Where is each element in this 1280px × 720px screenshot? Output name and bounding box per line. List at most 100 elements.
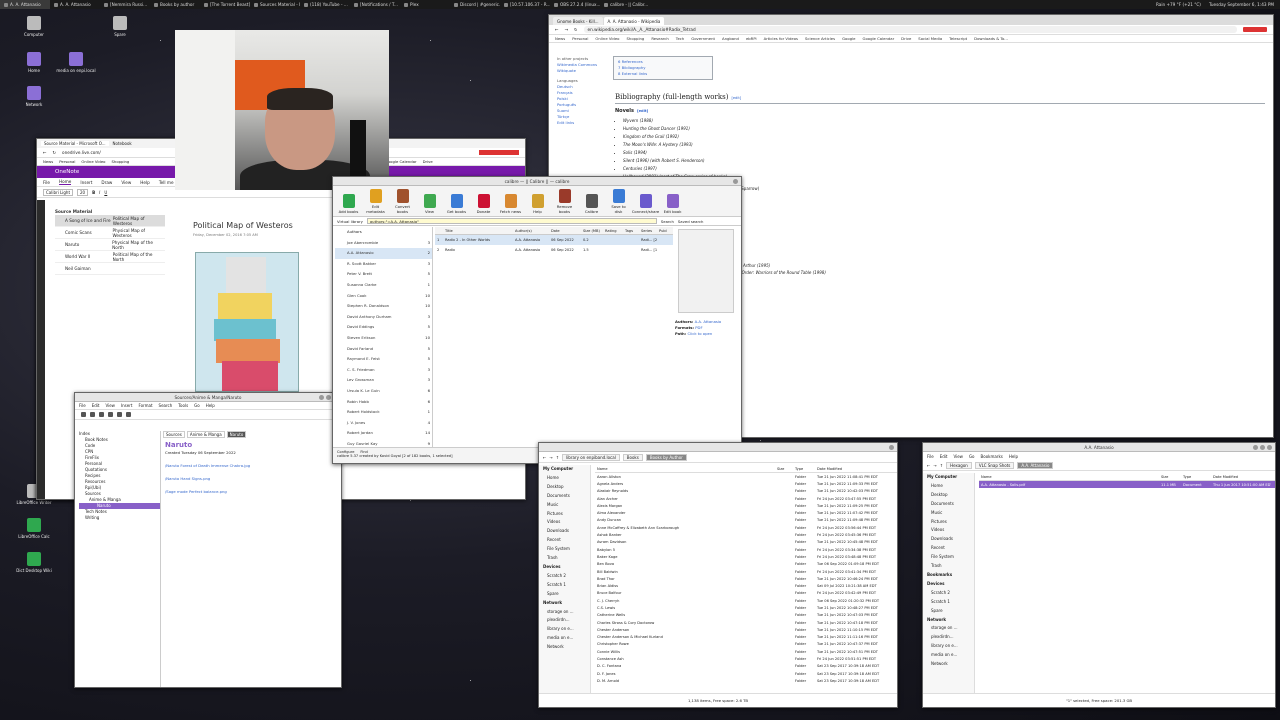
undo-icon[interactable] [81,412,86,417]
file-row[interactable]: Chester Anderson & Michael Kurland Folder… [595,634,897,641]
menu-item[interactable]: Help [1009,454,1018,459]
file-row[interactable]: Agnela Anders Folder Tue 21 Jun 2022 11:09… [595,480,897,487]
bookmark-item[interactable]: Social Media [918,36,942,41]
column-header[interactable]: Tags [623,229,639,233]
toolbar-button[interactable]: Edit metadata [364,189,387,214]
taskbar-task[interactable]: Books by author [150,0,200,9]
desktop-icon-spare[interactable]: Spare [100,16,140,37]
file-row[interactable]: C.S. Lewis Folder Tue 21 Jun 2022 10:48:27… [595,604,897,611]
sidebar-item[interactable]: Documents [927,500,974,509]
toolbar-button[interactable]: Fetch news [499,194,522,214]
address-input[interactable]: onedrive.live.com/ [62,150,101,155]
page-name[interactable]: Physical Map of Westeros [112,228,165,238]
toolbar-button[interactable]: Get books [445,194,468,214]
sidebar-item[interactable]: storage on ... [927,624,974,633]
up-icon[interactable]: ↑ [940,463,943,468]
file-row[interactable]: Alma Alexander Folder Tue 21 Jun 2022 11:0… [595,509,897,516]
breadcrumb-item[interactable]: Books [622,453,643,461]
ribbon-tab[interactable]: View [121,180,131,185]
book-cover[interactable] [678,229,734,313]
column-header[interactable]: Type [1181,475,1211,479]
sidebar-item[interactable]: plexdirdn... [927,633,974,642]
section-name[interactable]: A Song of Ice and Fire [55,218,113,223]
back-icon[interactable]: ← [927,463,930,468]
weather-label[interactable]: Rain +79 °F (+21 °C) [1156,2,1201,7]
file-manager-books[interactable]: ← → ↑ library on enpiband.local Books Books … [538,442,898,708]
minimize-icon[interactable] [1253,445,1258,450]
font-size-select[interactable]: 20 [77,188,89,196]
column-header[interactable]: Author(s) [513,229,549,233]
path-tab[interactable]: Naruto [226,431,247,438]
sidebar-item[interactable]: library on e... [927,642,974,651]
wiki-sidebar-link[interactable]: Edit links [557,120,607,126]
toolbar-button[interactable]: Save to disk [607,189,630,214]
close-icon[interactable] [889,445,894,450]
italic-icon[interactable] [108,412,113,417]
clock[interactable]: Tuesday September 6, 1:43 PM [1209,2,1274,7]
desktop-icon-network[interactable]: Network [14,86,54,107]
page-name[interactable]: Political Map of Westeros [113,216,165,226]
file-row[interactable]: Christopher Rowe Folder Tue 21 Jun 2022 10… [595,641,897,648]
window-titlebar[interactable]: calibre — || Calibre || — calibre [333,177,741,186]
bold-icon[interactable] [99,412,104,417]
italic-button[interactable]: I [99,190,100,195]
sidebar-item[interactable]: Downloads [543,527,590,536]
taskbar-task[interactable]: (118) YouTube - ... [300,0,350,9]
bookmark-item[interactable]: Shopping [627,36,645,41]
ribbon-tab[interactable]: File [43,180,50,185]
toolbar-button[interactable]: Connect/share [632,194,659,214]
extensions-icon[interactable] [479,150,519,155]
sidebar-item[interactable]: Documents [543,492,590,501]
menu-item[interactable]: File [927,454,934,459]
search-input[interactable]: authors:"=A.A. Attanasio" [366,218,657,224]
forward-icon[interactable]: → [933,463,936,468]
section-name[interactable]: Naruto [55,242,112,247]
close-icon[interactable] [733,179,738,184]
search-button[interactable]: Search [661,219,674,224]
saved-search-button[interactable]: Saved search [678,219,704,224]
ribbon-tab[interactable]: Home [59,179,72,185]
edit-link[interactable]: [edit] [731,96,741,100]
file-row[interactable]: Bill Baldwin Folder Fri 24 Jun 2022 03:41:… [595,568,897,575]
bookmark-item[interactable]: Google [842,36,855,41]
menu-item[interactable]: Format [138,403,152,408]
column-header[interactable]: Size [775,467,793,471]
file-row[interactable]: Connie Willis Folder Tue 21 Jun 2022 10:47… [595,648,897,655]
address-input[interactable]: en.wikipedia.org/wiki/A._A._Attanasio#Ra… [583,26,1237,33]
sidebar-item[interactable]: Music [543,501,590,510]
format-link[interactable]: PDF [695,325,702,330]
sidebar-item[interactable]: media on e... [543,634,590,643]
author-item[interactable]: Stephen R. Donaldson 10 [335,301,432,312]
sidebar-item[interactable]: Desktop [927,491,974,500]
section-row[interactable]: Naruto Physical Map of the North [55,239,165,251]
column-header[interactable]: Size (MB) [581,229,603,233]
sidebar-item[interactable]: Home [927,482,974,491]
file-row[interactable]: Alan Archer Folder Fri 24 Jun 2022 03:47:5… [595,495,897,502]
sidebar-item[interactable]: Scratch 1 [927,598,974,607]
file-row[interactable]: Andy Duncan Folder Tue 21 Jun 2022 11:09:4… [595,517,897,524]
breadcrumb-item[interactable]: library on enpiband.local [562,453,620,461]
file-row[interactable]: Ben Bova Folder Tue 06 Sep 2022 01:09:18 P… [595,561,897,568]
bookmark-item[interactable]: Online Video [81,159,105,164]
table-row[interactable]: 2 Radix A.A. Attanasio 06 Sep 2022 1.5 Radi..… [435,245,673,255]
desktop-icon-home[interactable]: Home [14,52,54,73]
sidebar-item[interactable]: storage on ... [543,608,590,617]
taskbar-task[interactable]: [The Torrent Beast] [200,0,250,9]
desktop-icon-calc[interactable]: LibreOffice Calc [14,518,54,539]
underline-button[interactable]: U [104,190,107,195]
section-row[interactable]: Comic Scans Physical Map of Westeros [55,227,165,239]
bold-button[interactable]: B [92,190,95,195]
column-header[interactable]: Size [1159,475,1181,479]
browser-tab-active[interactable]: A. A. Attanasio - Wikipedia [603,17,664,25]
sidebar-item[interactable]: Home [543,474,590,483]
bookmark-item[interactable]: News [555,36,565,41]
taskbar-task[interactable]: Sources Material - M... [250,0,300,9]
sidebar-item[interactable]: Trash [927,562,974,571]
section-row[interactable]: A Song of Ice and Fire Political Map of W… [55,215,165,227]
author-item[interactable]: David Eddings 5 [335,322,432,333]
sidebar-item[interactable]: media on e... [927,651,974,660]
bookmark-item[interactable]: News [43,159,53,164]
column-header[interactable]: Publ [657,229,673,233]
bookmark-item[interactable]: Google Calendar [863,36,895,41]
bookmark-item[interactable]: Online Video [595,36,619,41]
